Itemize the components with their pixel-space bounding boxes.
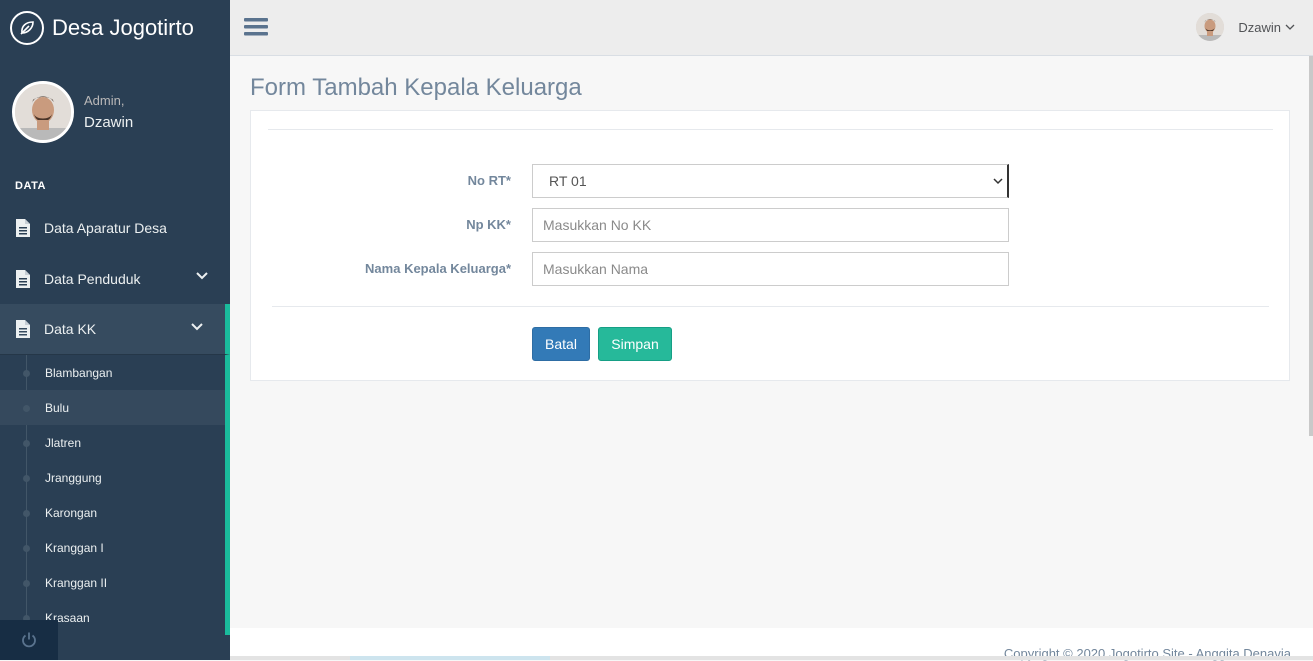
- file-icon: [16, 269, 30, 288]
- chevron-down-icon: [1285, 24, 1295, 30]
- chevron-down-icon: [196, 272, 208, 280]
- menu-toggle-button[interactable]: [244, 16, 268, 43]
- bullet-icon: [23, 580, 30, 587]
- profile-greeting: Admin,: [84, 93, 125, 108]
- form-row-nama: Nama Kepala Keluarga*: [251, 252, 1011, 286]
- submenu-item-label: Jlatren: [45, 435, 82, 450]
- form-panel: No RT* RT 01 Np KK* Nama Kepala Keluarga…: [250, 110, 1290, 381]
- bullet-icon: [23, 440, 30, 447]
- submenu-item[interactable]: Kranggan II: [0, 565, 225, 600]
- section-title: DATA: [15, 180, 46, 192]
- nama-input[interactable]: [532, 252, 1009, 286]
- save-button[interactable]: Simpan: [598, 327, 672, 361]
- rt-select[interactable]: RT 01: [532, 164, 1009, 198]
- scrollbar-thumb[interactable]: [350, 656, 550, 660]
- sidebar-item-data-aparatur-desa[interactable]: Data Aparatur Desa: [0, 202, 230, 253]
- leaf-icon: [10, 11, 44, 45]
- submenu-item-label: Karongan: [45, 505, 98, 520]
- user-menu-dropdown[interactable]: Dzawin: [1196, 13, 1295, 41]
- kk-label: Np KK*: [466, 217, 511, 232]
- rt-select-value: RT 01: [549, 173, 587, 189]
- submenu-item-label: Kranggan I: [45, 540, 104, 555]
- submenu-item[interactable]: Kranggan I: [0, 530, 225, 565]
- sidebar-menu: Data Aparatur Desa Data Penduduk Data KK…: [0, 202, 230, 635]
- user-name: Dzawin: [1238, 19, 1281, 35]
- submenu-item[interactable]: Karongan: [0, 495, 225, 530]
- nama-label: Nama Kepala Keluarga*: [365, 261, 511, 276]
- horizontal-scrollbar[interactable]: [230, 656, 1313, 660]
- profile-name: Dzawin: [84, 114, 134, 131]
- submenu-item[interactable]: Jlatren: [0, 425, 225, 460]
- submenu-item-label: Blambangan: [45, 365, 113, 380]
- submenu-item-label: Kranggan II: [45, 575, 108, 590]
- sidebar-item-data-kk[interactable]: Data KK: [0, 304, 230, 355]
- power-icon: [22, 632, 36, 648]
- brand-name: Desa Jogotirto: [52, 15, 194, 40]
- form-row-rt: No RT* RT 01: [251, 164, 1011, 198]
- hamburger-icon: [244, 18, 268, 36]
- bullet-icon: [23, 545, 30, 552]
- submenu-item-label: Jranggung: [45, 470, 102, 485]
- form-divider: [272, 306, 1269, 307]
- sidebar-item-label: Data KK: [44, 321, 97, 337]
- submenu-item[interactable]: Blambangan: [0, 355, 225, 390]
- kk-input[interactable]: [532, 208, 1009, 242]
- sidebar: Desa Jogotirto Admin, Dzawin DATA Data A…: [0, 0, 230, 660]
- submenu-item-current[interactable]: Bulu: [0, 390, 225, 425]
- sidebar-item-label: Data Aparatur Desa: [44, 219, 167, 236]
- chevron-down-icon: [191, 323, 203, 331]
- sidebar-item-data-penduduk[interactable]: Data Penduduk: [0, 253, 230, 304]
- avatar: [1196, 13, 1225, 41]
- profile: Admin, Dzawin: [0, 56, 230, 150]
- cancel-button[interactable]: Batal: [532, 327, 590, 361]
- bullet-icon: [23, 475, 30, 482]
- rt-label: No RT*: [467, 173, 511, 188]
- panel-divider: [268, 129, 1273, 130]
- submenu-item[interactable]: Jranggung: [0, 460, 225, 495]
- file-icon: [16, 320, 30, 338]
- bullet-icon: [23, 405, 30, 412]
- brand[interactable]: Desa Jogotirto: [0, 0, 230, 56]
- page-title: Form Tambah Kepala Keluarga: [250, 74, 582, 101]
- bullet-icon: [23, 510, 30, 517]
- avatar: [12, 81, 74, 143]
- form-row-kk: Np KK*: [251, 208, 1011, 242]
- logout-button[interactable]: [0, 620, 58, 660]
- submenu-item-label: Bulu: [45, 400, 70, 415]
- sidebar-item-label: Data Penduduk: [44, 270, 141, 287]
- vertical-scrollbar[interactable]: [1309, 56, 1313, 436]
- chevron-down-icon: [993, 178, 1003, 185]
- submenu-data-kk: Blambangan Bulu Jlatren Jranggung Karong…: [0, 355, 230, 635]
- top-navbar: Dzawin: [230, 0, 1313, 56]
- bullet-icon: [23, 370, 30, 377]
- file-icon: [16, 218, 30, 237]
